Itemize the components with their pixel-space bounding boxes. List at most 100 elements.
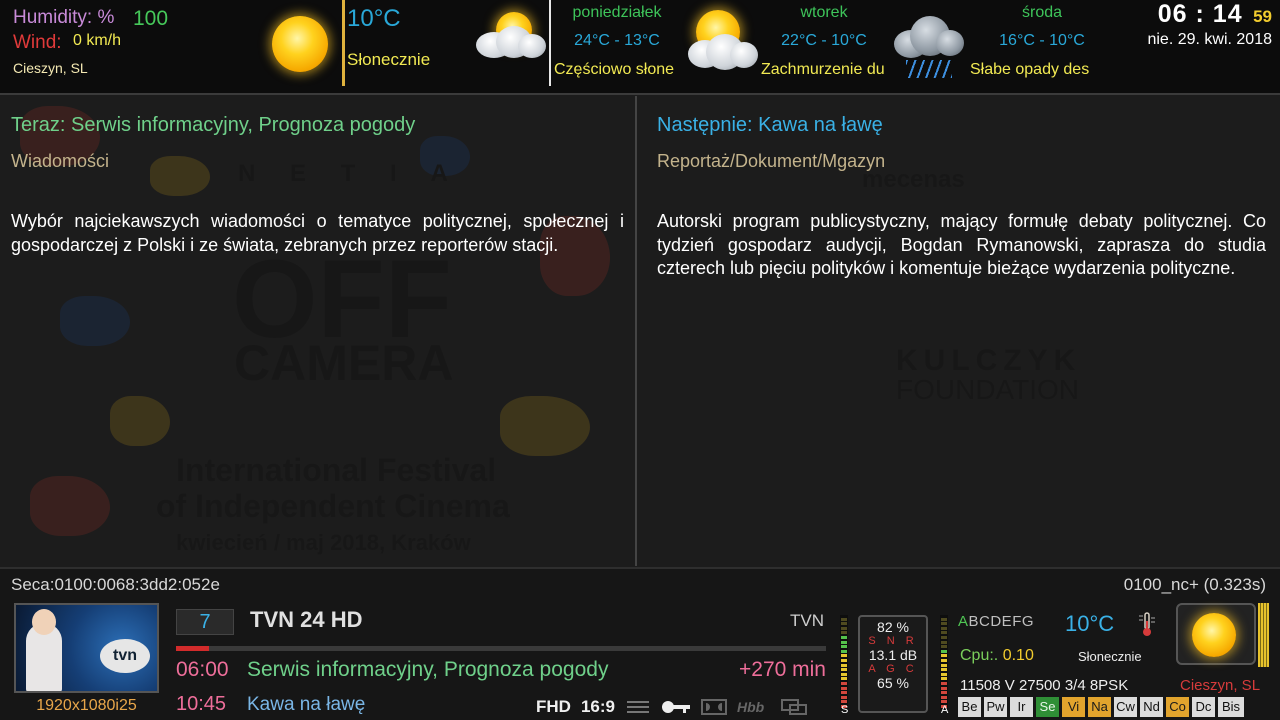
clock-date: nie. 29. kwi. 2018 bbox=[1147, 31, 1272, 48]
epg-next-description: Autorski program publicystyczny, mający … bbox=[657, 211, 1266, 278]
epg-next-title: Następnie: Kawa na ławę bbox=[657, 114, 883, 136]
ca-system-badge: Se bbox=[1036, 697, 1059, 717]
meter-segment bbox=[941, 654, 947, 658]
agc-meter bbox=[940, 615, 948, 710]
channel-number: 7 bbox=[176, 609, 234, 635]
ca-system-badge: Be bbox=[958, 697, 981, 717]
meter-segment bbox=[941, 636, 947, 639]
now-start-time: 06:00 bbox=[176, 658, 229, 681]
ecm-info: 0100_nc+ (0.323s) bbox=[1123, 575, 1266, 594]
meter-segment bbox=[841, 659, 847, 662]
weather-picture bbox=[1176, 603, 1256, 665]
meter-segment bbox=[941, 622, 947, 626]
meter-segment bbox=[941, 645, 947, 649]
channel-name: TVN 24 HD bbox=[250, 607, 363, 632]
meter-segment bbox=[841, 677, 847, 681]
meter-segment bbox=[941, 686, 947, 690]
meter-segment bbox=[941, 640, 947, 644]
now-remaining: +270 min bbox=[739, 658, 826, 681]
meter-segment bbox=[841, 695, 847, 699]
box-temperature: 10°C bbox=[1065, 611, 1115, 636]
epg-next-genre: Reportaż/Dokument/Mgazyn bbox=[657, 151, 886, 171]
divider bbox=[342, 0, 345, 86]
meter-segment bbox=[941, 677, 947, 681]
teletext-icon bbox=[625, 699, 651, 715]
meter-segment bbox=[941, 700, 947, 704]
epg-next-panel: Następnie: Kawa na ławę Reportaż/Dokumen… bbox=[639, 96, 1280, 566]
cpu-value: 0.10 bbox=[1002, 647, 1034, 664]
ca-system-badge: Bis bbox=[1218, 697, 1244, 717]
meter-segment bbox=[841, 682, 847, 685]
meter-segment bbox=[941, 672, 947, 676]
ca-system-badge: Ir bbox=[1010, 697, 1033, 717]
meter-segment bbox=[841, 622, 847, 626]
next-start-time: 10:45 bbox=[176, 693, 227, 715]
ca-system-badge: Vi bbox=[1062, 697, 1085, 717]
meter-segment bbox=[941, 617, 947, 621]
hd-flag: FHD bbox=[536, 697, 571, 716]
key-icon bbox=[661, 699, 691, 715]
meter-segment bbox=[841, 649, 847, 653]
sunny-icon bbox=[272, 16, 328, 72]
active-tuner: A bbox=[958, 613, 969, 630]
meter-segment bbox=[841, 668, 847, 672]
sunny-icon bbox=[1192, 613, 1236, 657]
current-condition: Słonecznie bbox=[347, 50, 431, 69]
ca-systems: Be Pw Ir Se Vi Na Cw Nd Co Dc Bis bbox=[958, 697, 1244, 717]
epg-now-title: Teraz: Serwis informacyjny, Prognoza pog… bbox=[11, 114, 416, 136]
clock-time: 06 : 14 bbox=[1157, 0, 1243, 28]
multiscreen-icon bbox=[780, 699, 807, 715]
other-tuners: BCDEFG bbox=[968, 613, 1035, 630]
weather-bar: Humidity: % 100 Wind: 0 km/h Cieszyn, SL… bbox=[0, 0, 1280, 95]
cpu-load: Cpu:. 0.10 bbox=[960, 647, 1034, 665]
location-label: Cieszyn, SL bbox=[13, 60, 88, 76]
video-resolution: 1920x1080i25 bbox=[36, 697, 137, 714]
signal-percent: 82 % bbox=[877, 619, 909, 635]
channel-infobar: Seca:0100:0068:3dd2:052e 0100_nc+ (0.323… bbox=[0, 567, 1280, 720]
clock-seconds: 59 bbox=[1253, 7, 1272, 26]
caid-info: Seca:0100:0068:3dd2:052e bbox=[11, 575, 220, 594]
thermometer-icon bbox=[1136, 611, 1158, 637]
ca-system-badge: Co bbox=[1166, 697, 1189, 717]
ca-system-badge: Cw bbox=[1114, 697, 1137, 717]
meter-segment bbox=[941, 663, 947, 667]
meter-segment bbox=[841, 645, 847, 649]
forecast-day-name: środa bbox=[1021, 4, 1063, 21]
meter-segment bbox=[941, 649, 947, 653]
clock: 06 : 14 59 nie. 29. kwi. 2018 bbox=[1147, 0, 1272, 49]
meter-segment bbox=[941, 682, 947, 685]
meter-segment bbox=[841, 636, 847, 639]
forecast-day-temp: 16°C - 10°C bbox=[999, 32, 1085, 49]
meter-segment bbox=[841, 686, 847, 690]
meter-segment bbox=[841, 700, 847, 704]
agc-label: A G C bbox=[868, 663, 918, 675]
dolby-icon bbox=[700, 699, 727, 715]
meter-segment bbox=[941, 668, 947, 672]
forecast-day-condition: Częściowo słone bbox=[554, 61, 675, 78]
epg-now-panel: Teraz: Serwis informacyjny, Prognoza pog… bbox=[0, 96, 637, 566]
current-temp: 10°C bbox=[347, 5, 401, 32]
agc-percent: 65 % bbox=[877, 675, 909, 691]
city-label: Cieszyn, SL bbox=[1180, 677, 1261, 694]
meter-segment bbox=[941, 659, 947, 662]
hbbtv-icon: Hbb bbox=[736, 699, 765, 715]
signal-meter-label: S bbox=[841, 704, 849, 716]
next-event-title: Kawa na ławę bbox=[247, 694, 366, 715]
humidity-value: 100 bbox=[133, 7, 169, 30]
humidity-label: Humidity: % bbox=[13, 7, 115, 28]
now-event-title: Serwis informacyjny, Prognoza pogody bbox=[247, 658, 609, 681]
forecast-day-condition: Zachmurzenie du bbox=[761, 61, 885, 78]
meter-segment bbox=[841, 617, 847, 621]
snr-db: 13.1 dB bbox=[868, 647, 918, 663]
signal-meter bbox=[840, 615, 848, 710]
forecast-day-condition: Słabe opady des bbox=[970, 61, 1090, 78]
meter-segment bbox=[841, 626, 847, 630]
meter-segment bbox=[941, 691, 947, 695]
weather-condition: Słonecznie bbox=[1078, 649, 1142, 664]
meter-segment bbox=[841, 691, 847, 695]
epg-now-description: Wybór najciekawszych wiadomości o tematy… bbox=[11, 211, 624, 255]
meter-segment bbox=[841, 672, 847, 676]
meter-segment bbox=[941, 695, 947, 699]
aspect-flag: 16:9 bbox=[580, 697, 615, 716]
wind-value: 0 km/h bbox=[73, 32, 122, 49]
